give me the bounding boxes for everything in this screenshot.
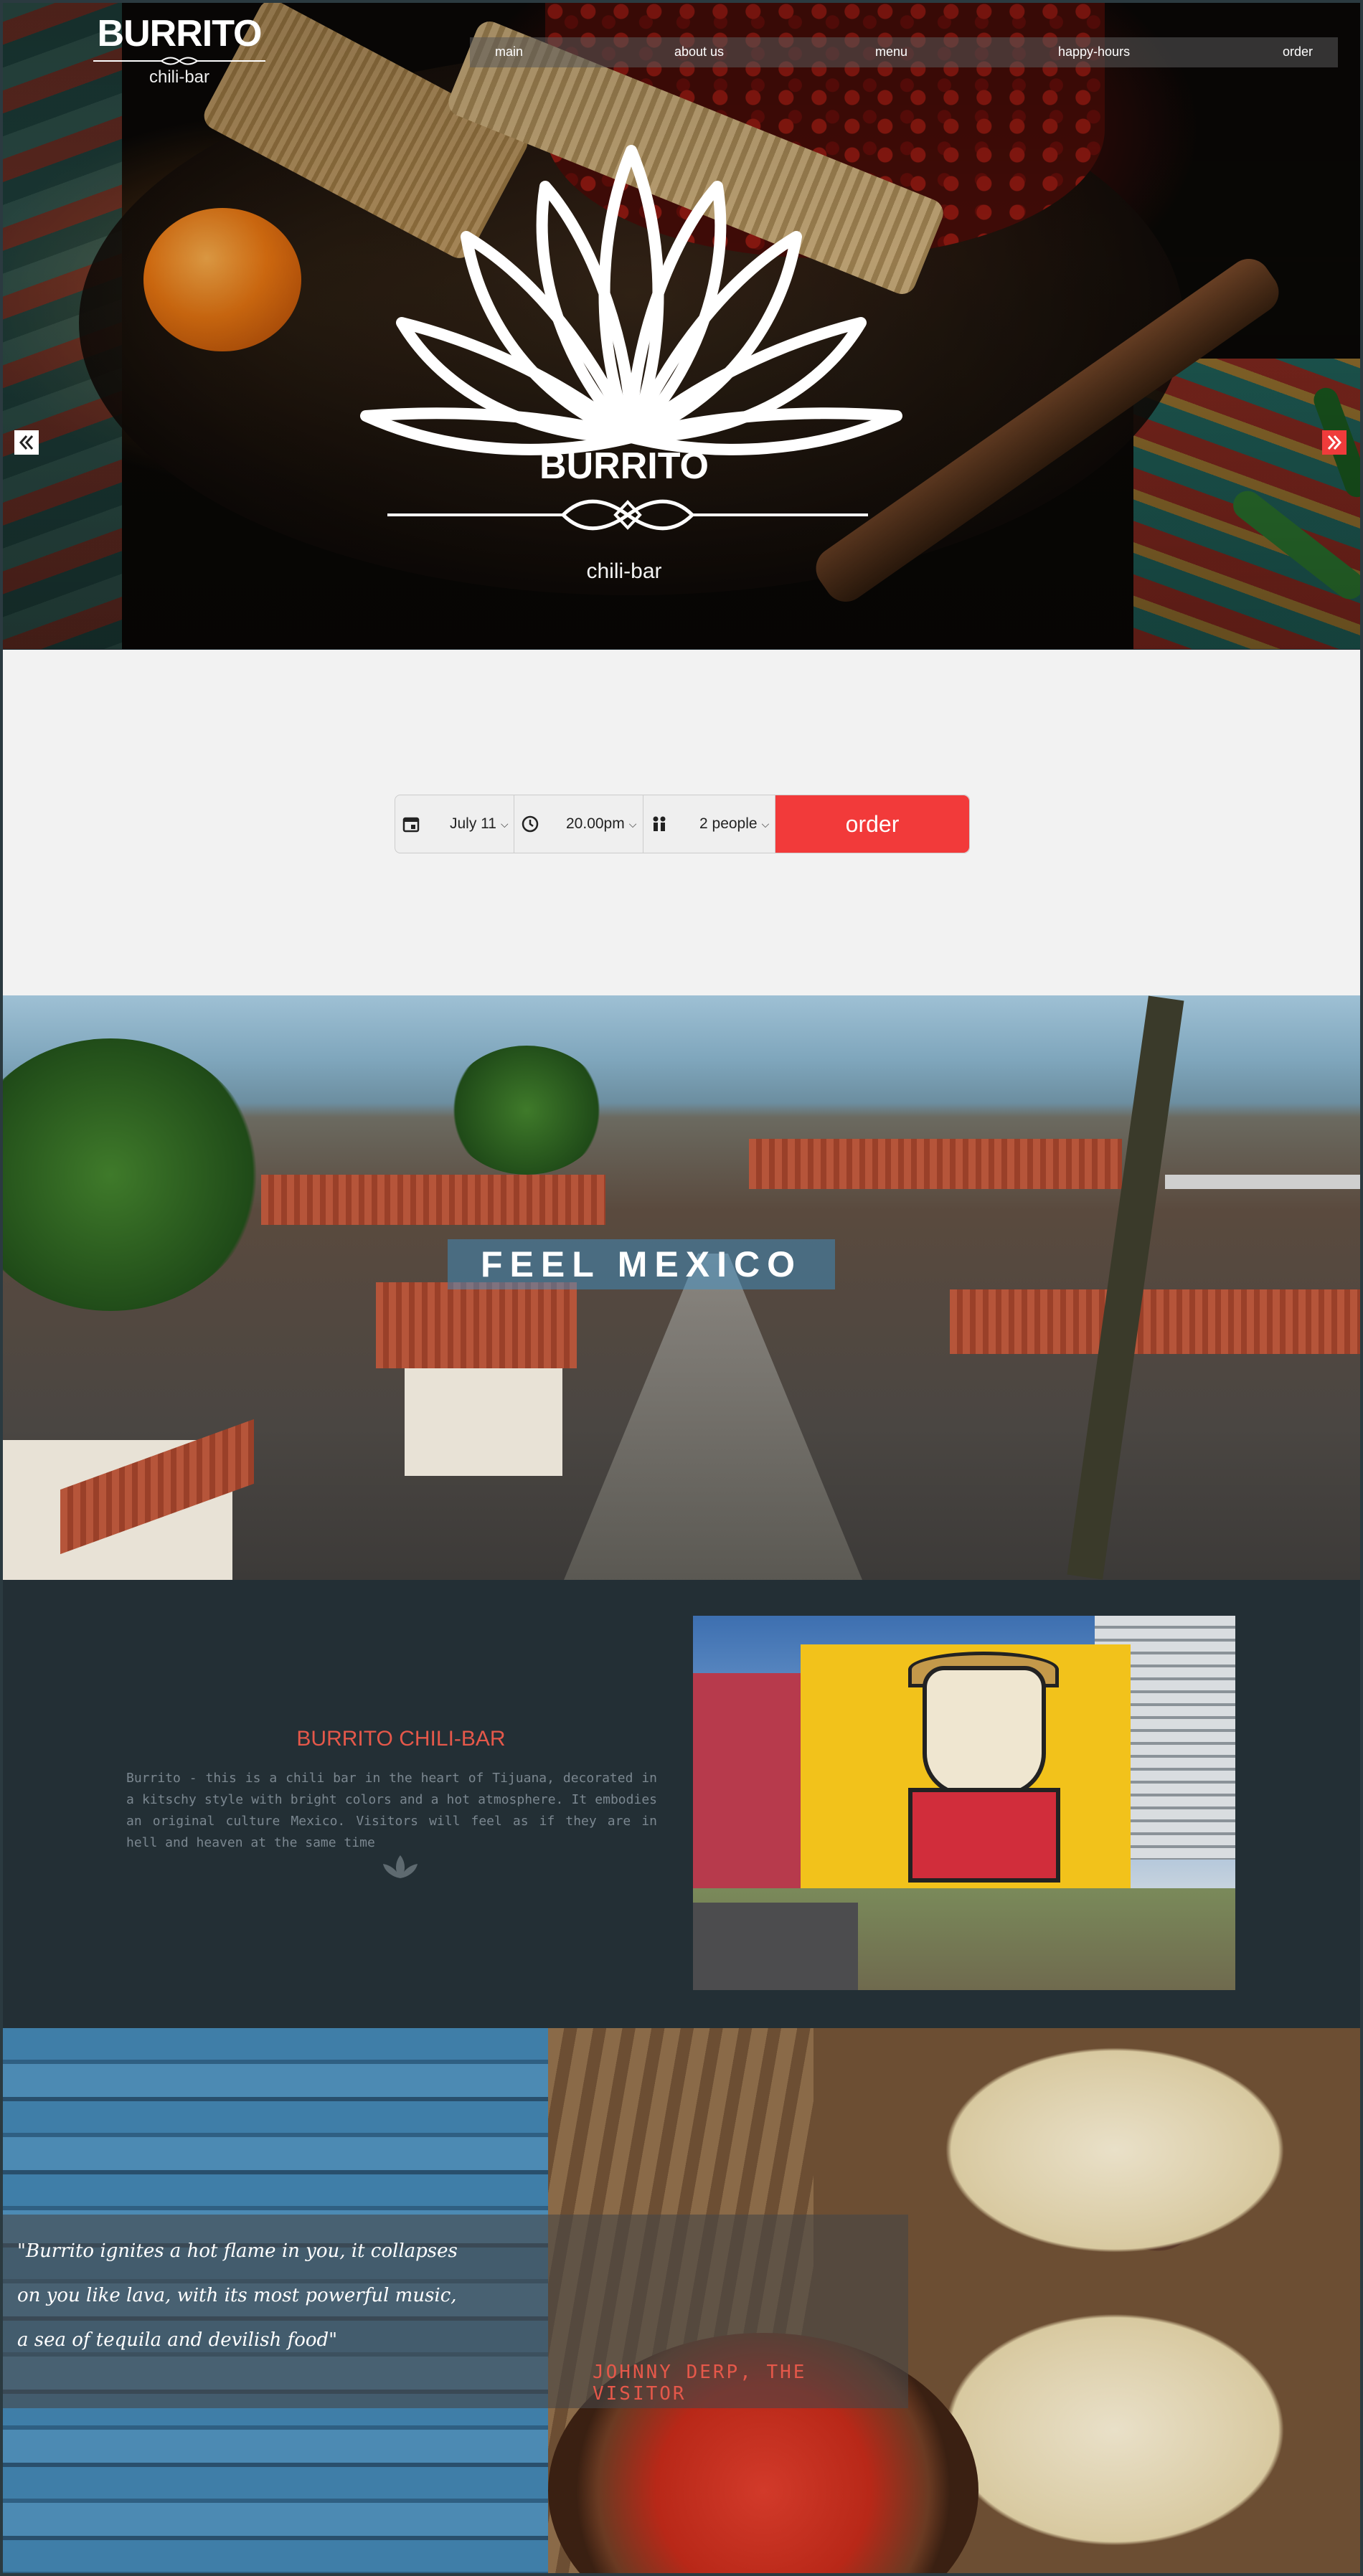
hero-title: BURRITO bbox=[539, 445, 709, 487]
roof bbox=[376, 1282, 577, 1368]
booking-form: July 11 ⌵ 20.00pm ⌵ 2 people ⌵ order bbox=[395, 795, 970, 853]
brand-name: BURRITO bbox=[97, 13, 263, 55]
hero-subtitle: chili-bar bbox=[586, 559, 662, 583]
slider-next-button[interactable] bbox=[1322, 430, 1347, 455]
double-chevron-right-icon bbox=[1327, 435, 1342, 450]
people-value: 2 people bbox=[699, 815, 758, 832]
nav-item-order[interactable]: order bbox=[1283, 44, 1313, 60]
nav-item-main[interactable]: main bbox=[495, 44, 523, 60]
calendar-icon bbox=[395, 815, 427, 833]
about-section: BURRITO CHILI-BAR Burrito - this is a ch… bbox=[3, 1580, 1360, 2028]
house-wall bbox=[405, 1368, 562, 1476]
chevron-down-icon: ⌵ bbox=[761, 818, 770, 830]
street bbox=[562, 1254, 864, 1580]
people-icon bbox=[643, 815, 675, 833]
date-value: July 11 bbox=[450, 815, 496, 832]
date-select[interactable]: July 11 ⌵ bbox=[395, 795, 514, 853]
mural-photo bbox=[693, 1616, 1235, 1990]
rail bbox=[1165, 1175, 1360, 1189]
double-chevron-left-icon bbox=[19, 435, 34, 450]
feel-mexico-banner: FEEL MEXICO bbox=[3, 995, 1360, 1580]
roof bbox=[749, 1139, 1122, 1189]
mural-road bbox=[693, 1903, 858, 1990]
about-title: BURRITO CHILI-BAR bbox=[296, 1727, 506, 1751]
time-select[interactable]: 20.00pm ⌵ bbox=[514, 795, 643, 853]
brand-logo[interactable]: BURRITO chili-bar bbox=[93, 13, 265, 87]
hero-slider: BURRITO chili-bar main about us menu hap… bbox=[0, 0, 1363, 649]
roof bbox=[261, 1175, 605, 1225]
quote-author: JOHNNY DERP, THE VISITOR bbox=[593, 2362, 807, 2405]
nav-item-menu[interactable]: menu bbox=[875, 44, 907, 60]
brand-ornament-icon bbox=[93, 57, 265, 65]
mural-mask bbox=[923, 1666, 1046, 1796]
quote-box: "Burrito ignites a hot flame in you, it … bbox=[3, 2215, 908, 2408]
roof bbox=[950, 1289, 1360, 1354]
lotus-logo-icon bbox=[360, 145, 902, 455]
main-nav: main about us menu happy-hours order bbox=[470, 37, 1338, 67]
booking-section: July 11 ⌵ 20.00pm ⌵ 2 people ⌵ order bbox=[3, 650, 1360, 995]
slider-prev-button[interactable] bbox=[14, 430, 39, 455]
order-button[interactable]: order bbox=[775, 795, 969, 853]
quote-text: "Burrito ignites a hot flame in you, it … bbox=[17, 2240, 458, 2351]
brand-sub: chili-bar bbox=[148, 67, 210, 87]
nav-item-happy-hours[interactable]: happy-hours bbox=[1058, 44, 1130, 60]
palm-tree bbox=[3, 1038, 261, 1311]
quote-section: "Burrito ignites a hot flame in you, it … bbox=[3, 2028, 1360, 2576]
utility-pole bbox=[1067, 995, 1184, 1580]
palm-tree bbox=[448, 1046, 605, 1175]
feel-mexico-caption: FEEL MEXICO bbox=[448, 1239, 835, 1289]
people-select[interactable]: 2 people ⌵ bbox=[643, 795, 775, 853]
time-value: 20.00pm bbox=[566, 815, 625, 832]
about-text: Burrito - this is a chili bar in the hea… bbox=[126, 1771, 657, 1850]
clock-icon bbox=[514, 815, 546, 833]
chevron-down-icon: ⌵ bbox=[628, 818, 637, 830]
hero-ornament-icon bbox=[387, 499, 868, 531]
mural-body bbox=[908, 1788, 1060, 1883]
nav-item-about-us[interactable]: about us bbox=[674, 44, 724, 60]
chevron-down-icon: ⌵ bbox=[500, 818, 509, 830]
leaf-ornament-icon bbox=[383, 1855, 418, 1878]
